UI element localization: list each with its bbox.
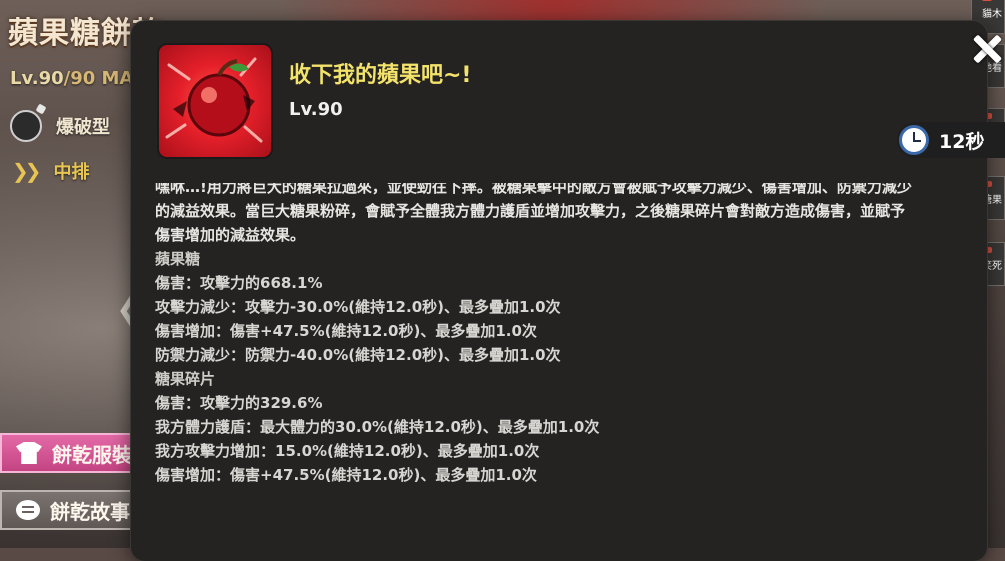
chat-badge-icon <box>982 0 992 1</box>
skill-detail-modal: 收下我的蘋果吧~! Lv.90 嘿咻…!用力將巨大的糖果拉過來，並使勁往下摔。被… <box>131 21 987 561</box>
speech-bubble-icon <box>16 500 40 520</box>
stat-line: 防禦力減少：防禦力-40.0%(維持12.0秒)、最多疊加1.0次 <box>155 346 561 364</box>
skill-title: 收下我的蘋果吧~! <box>289 63 472 88</box>
stat-line: 我方攻擊力增加：15.0%(維持12.0秒)、最多疊加1.0次 <box>155 442 540 460</box>
shirt-icon <box>16 442 42 464</box>
description-partial-line: 嘿咻…!用力將巨大的糖果拉過來，並使勁往下摔。被糖果擊中的敵方會被賦予攻擊力減少… <box>155 183 912 196</box>
stat-line: 傷害增加：傷害+47.5%(維持12.0秒)、最多疊加1.0次 <box>155 466 537 484</box>
level-value: Lv.90 <box>10 68 64 89</box>
skill-description: 嘿咻…!用力將巨大的糖果拉過來，並使勁往下摔。被糖果擊中的敵方會被賦予攻擊力減少… <box>155 183 967 553</box>
cooldown-value: 12秒 <box>939 130 985 153</box>
cooldown-badge: 12秒 <box>897 122 1005 158</box>
stat-line: 攻擊力減少：攻擊力-30.0%(維持12.0秒)、最多疊加1.0次 <box>155 298 561 316</box>
section-title-apple-candy: 蘋果糖 <box>155 250 201 268</box>
clock-icon <box>899 125 929 155</box>
stat-line: 傷害增加：傷害+47.5%(維持12.0秒)、最多疊加1.0次 <box>155 322 537 340</box>
costume-button-label: 餅乾服裝 <box>52 442 132 467</box>
stat-line: 我方體力護盾：最大體力的30.0%(維持12.0秒)、最多疊加1.0次 <box>155 418 600 436</box>
stat-line: 傷害：攻擊力的668.1% <box>155 274 323 292</box>
apple-candy-skill-icon <box>157 43 273 159</box>
description-line: 的減益效果。當巨大糖果粉碎，會賦予全體我方體力護盾並增加攻擊力，之後糖果碎片會對… <box>155 202 906 220</box>
stat-line: 傷害：攻擊力的329.6% <box>155 394 323 412</box>
bomb-icon <box>10 110 42 142</box>
cookie-position-label: 中排 <box>53 162 90 183</box>
cookie-position: ❯❯ 中排 <box>12 158 90 184</box>
skill-level: Lv.90 <box>289 99 343 120</box>
cookie-type: 爆破型 <box>10 110 110 142</box>
chevrons-right-icon: ❯❯ <box>12 159 41 183</box>
cookie-type-label: 爆破型 <box>56 117 110 138</box>
description-line: 傷害增加的減益效果。 <box>155 226 306 244</box>
close-icon[interactable] <box>972 34 1002 64</box>
story-button-label: 餅乾故事 <box>50 499 130 524</box>
cookie-level: Lv.90/90 MAX <box>10 68 147 89</box>
section-title-candy-shards: 糖果碎片 <box>155 370 216 388</box>
